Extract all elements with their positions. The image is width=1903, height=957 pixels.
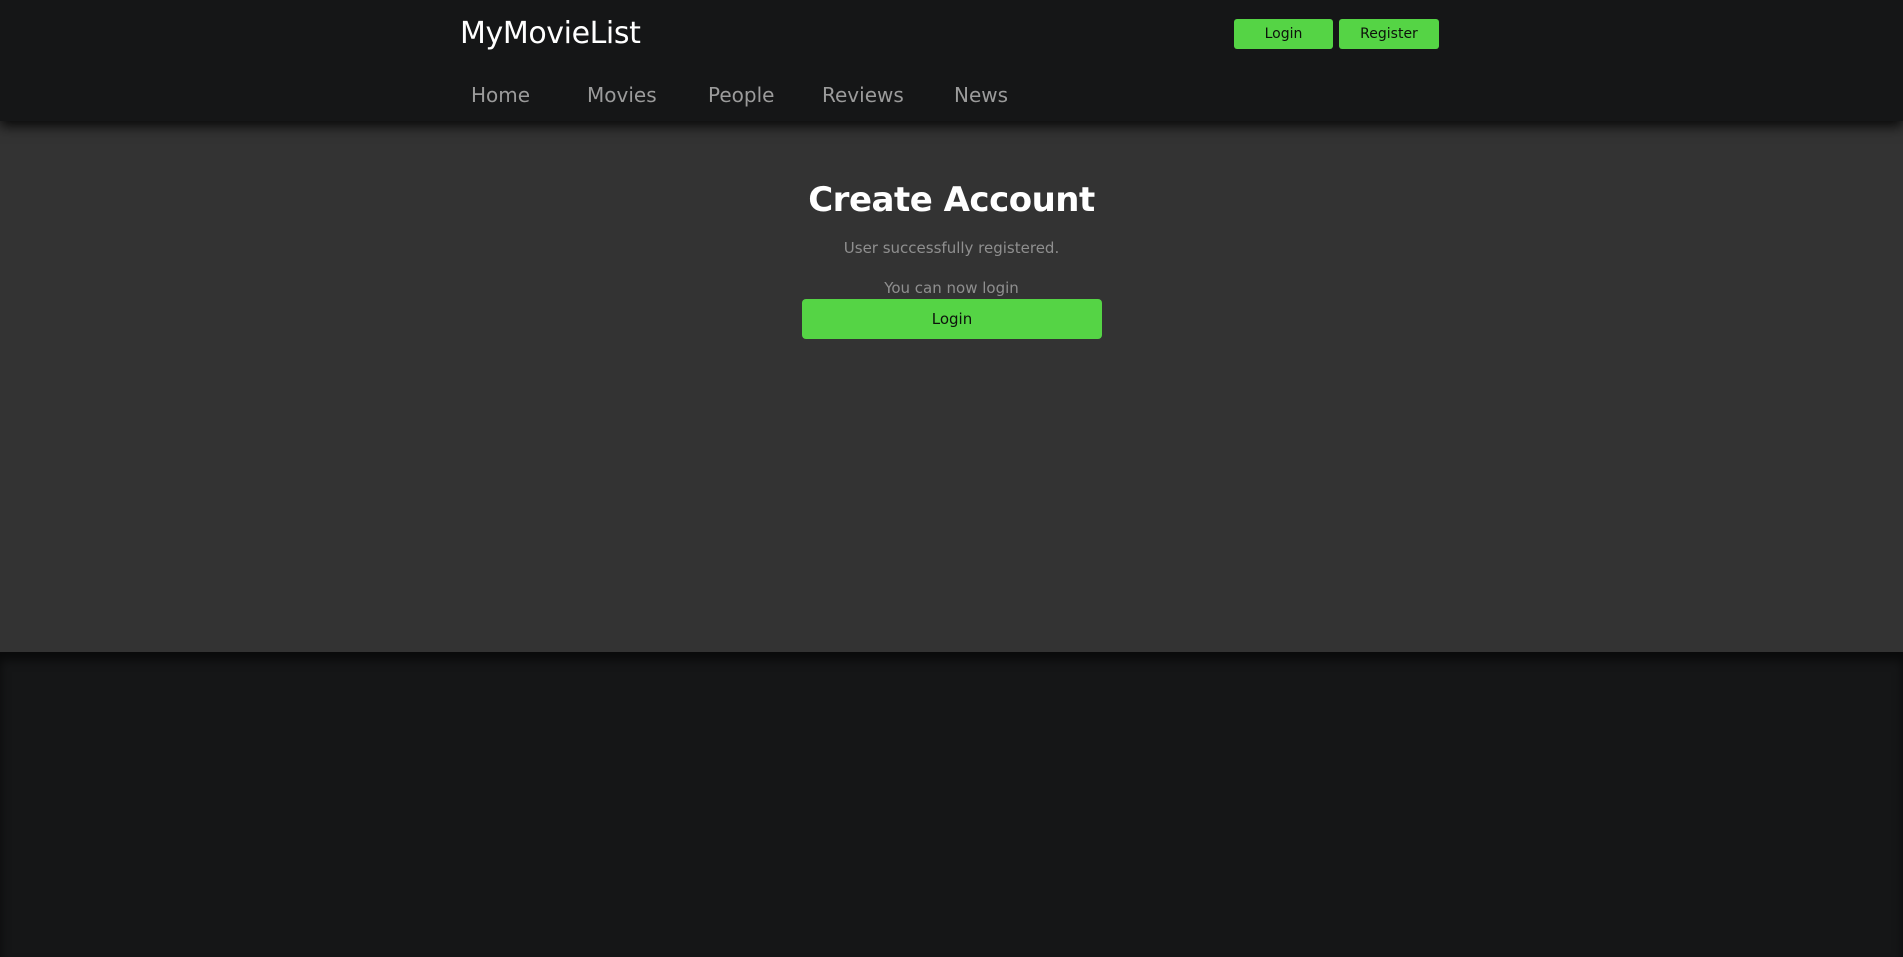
nav-news[interactable]: News — [954, 82, 1008, 108]
site-footer — [0, 652, 1903, 957]
nav-home[interactable]: Home — [471, 82, 530, 108]
login-instruction-message: You can now login — [884, 279, 1019, 297]
main-login-button[interactable]: Login — [802, 299, 1102, 339]
nav-movies[interactable]: Movies — [587, 82, 657, 108]
page-title: Create Account — [808, 179, 1095, 220]
brand-logo[interactable]: MyMovieList — [460, 14, 641, 54]
header-login-button[interactable]: Login — [1234, 19, 1333, 49]
registration-success-message: User successfully registered. — [843, 239, 1060, 257]
main-content: Create Account User successfully registe… — [0, 121, 1903, 652]
nav-people[interactable]: People — [708, 82, 774, 108]
main-navigation: Home Movies People Reviews News — [0, 78, 1903, 112]
site-header: MyMovieList Login Register Home Movies P… — [0, 0, 1903, 121]
nav-reviews[interactable]: Reviews — [822, 82, 904, 108]
header-register-button[interactable]: Register — [1339, 19, 1439, 49]
